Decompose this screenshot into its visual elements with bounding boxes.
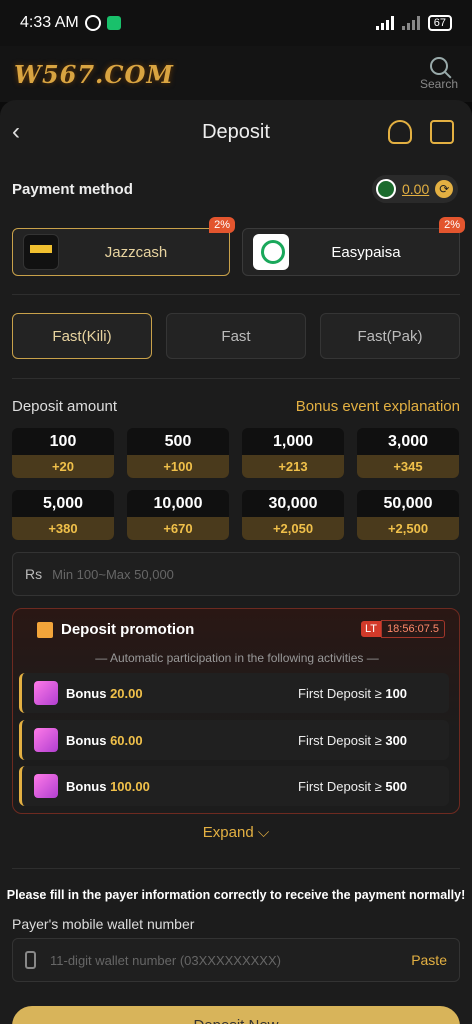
amount-option[interactable]: 1,000 +213: [242, 428, 344, 478]
amount-option[interactable]: 50,000 +2,500: [357, 490, 459, 540]
bonus-percent-badge: 2%: [209, 217, 235, 233]
brand-bar: W567.COM Search: [0, 46, 472, 102]
back-icon[interactable]: ‹: [12, 118, 20, 146]
first-deposit-condition: First Deposit ≥ 100: [298, 685, 408, 701]
bonus-amount: Bonus 20.00: [66, 685, 143, 701]
divider: [12, 378, 460, 379]
deposit-sheet: ‹ Deposit Payment method 0.00 ⟳ Jazzcash…: [0, 100, 472, 1024]
gift-icon: [37, 622, 53, 638]
divider: [12, 868, 460, 869]
channel-fast-pak[interactable]: Fast(Pak): [320, 313, 460, 359]
channel-fast[interactable]: Fast: [166, 313, 306, 359]
amount-bonus: +2,500: [357, 517, 459, 540]
currency-symbol: Rs: [25, 566, 43, 582]
status-bar: 4:33 AM 67: [0, 0, 472, 46]
amount-option[interactable]: 3,000 +345: [357, 428, 459, 478]
amount-value: 1,000: [272, 433, 314, 450]
signal-icon: [375, 16, 394, 30]
lt-tag: LT: [361, 621, 382, 637]
amount-option[interactable]: 10,000 +670: [127, 490, 229, 540]
deposit-promotion-card: Deposit promotion LT 18:56:07.5 — Automa…: [12, 608, 460, 814]
payer-info-note: Please fill in the payer information cor…: [6, 888, 466, 902]
balance-pill: 0.00 ⟳: [372, 175, 458, 203]
amount-value: 30,000: [268, 495, 318, 512]
channel-fast-kili[interactable]: Fast(Kili): [12, 313, 152, 359]
payer-wallet-label: Payer's mobile wallet number: [12, 916, 195, 932]
amount-bonus: +345: [357, 455, 459, 478]
countdown-timer: 18:56:07.5: [381, 620, 446, 638]
wallet-number-input[interactable]: [50, 952, 412, 968]
divider: [12, 294, 460, 295]
clock: 4:33 AM: [20, 14, 79, 31]
gift-box-icon: [34, 681, 58, 705]
amount-input-field[interactable]: Rs: [12, 552, 460, 596]
amount-value: 3,000: [387, 433, 429, 450]
search-label: Search: [419, 77, 458, 91]
search-button[interactable]: Search: [420, 57, 458, 91]
deposit-history-icon[interactable]: [430, 120, 454, 144]
payment-method-jazzcash[interactable]: Jazzcash 2%: [12, 217, 235, 276]
search-icon: [429, 57, 448, 75]
amount-bonus: +20: [12, 455, 114, 478]
amount-value: 5,000: [42, 495, 84, 512]
balance-value: 0.00: [402, 181, 430, 197]
wallet-number-field[interactable]: Paste: [12, 938, 460, 982]
payment-method-label-easypaisa: Easypaisa: [331, 243, 401, 261]
payment-method-easypaisa[interactable]: Easypaisa 2%: [242, 217, 465, 276]
customer-support-icon[interactable]: [388, 120, 412, 144]
bonus-amount: Bonus 100.00: [66, 778, 150, 794]
promotion-row: Bonus 20.00 First Deposit ≥ 100: [19, 673, 449, 713]
battery-indicator: 67: [427, 15, 452, 31]
bonus-percent-badge: 2%: [439, 217, 465, 233]
amount-option[interactable]: 5,000 +380: [12, 490, 114, 540]
header: ‹ Deposit: [0, 100, 472, 164]
amount-option[interactable]: 100 +20: [12, 428, 114, 478]
promotion-row: Bonus 100.00 First Deposit ≥ 500: [19, 766, 449, 806]
jazzcash-logo: [23, 234, 59, 270]
first-deposit-condition: First Deposit ≥ 500: [298, 778, 408, 794]
bonus-event-link[interactable]: Bonus event explanation: [296, 398, 460, 415]
gift-box-icon: [34, 774, 58, 798]
easypaisa-logo: [253, 234, 289, 270]
brand-logo: W567.COM: [14, 59, 174, 89]
refresh-icon[interactable]: ⟳: [435, 180, 454, 198]
app-notification-icon: [106, 16, 121, 30]
amount-bonus: +213: [242, 455, 344, 478]
expand-button[interactable]: Expand ⌵: [0, 824, 472, 841]
promotion-timer: LT 18:56:07.5: [361, 619, 446, 639]
promotion-subtitle: — Automatic participation in the followi…: [95, 651, 379, 665]
phone-icon: [25, 951, 36, 969]
deposit-amount-label: Deposit amount: [12, 398, 118, 415]
amount-bonus: +2,050: [242, 517, 344, 540]
promotion-title: Deposit promotion: [61, 621, 195, 638]
pakistan-flag-icon: [376, 179, 396, 199]
amount-bonus: +380: [12, 517, 114, 540]
paste-button[interactable]: Paste: [411, 952, 447, 968]
amount-input[interactable]: [52, 566, 447, 582]
payment-method-label: Payment method: [12, 181, 133, 198]
amount-option[interactable]: 30,000 +2,050: [242, 490, 344, 540]
amount-value: 100: [49, 433, 77, 450]
amount-value: 10,000: [153, 495, 203, 512]
promotion-row: Bonus 60.00 First Deposit ≥ 300: [19, 720, 449, 760]
amount-bonus: +100: [127, 455, 229, 478]
bonus-amount: Bonus 60.00: [66, 732, 143, 748]
signal-2-icon: [401, 16, 420, 30]
payment-method-label-jazzcash: Jazzcash: [104, 243, 168, 261]
amount-value: 500: [164, 433, 192, 450]
deposit-now-button[interactable]: Deposit Now: [12, 1006, 460, 1024]
alarm-icon: [84, 15, 101, 31]
gift-box-icon: [34, 728, 58, 752]
first-deposit-condition: First Deposit ≥ 300: [298, 732, 408, 748]
amount-bonus: +670: [127, 517, 229, 540]
amount-option[interactable]: 500 +100: [127, 428, 229, 478]
page-title: Deposit: [202, 120, 270, 143]
amount-value: 50,000: [383, 495, 433, 512]
